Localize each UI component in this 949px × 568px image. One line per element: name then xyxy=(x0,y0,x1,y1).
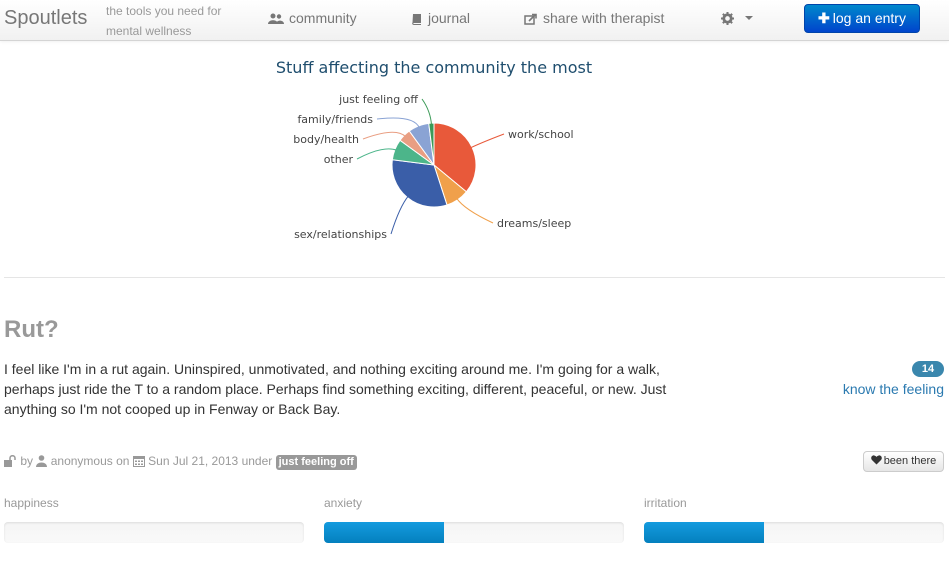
plus-icon: ✚ xyxy=(818,10,830,26)
brand-logo[interactable]: Spoutlets xyxy=(4,7,87,30)
book-icon xyxy=(412,14,421,25)
meter-irritation xyxy=(644,522,944,543)
pie-leader-line xyxy=(469,133,505,149)
section-divider xyxy=(4,277,945,278)
brand-tagline: the tools you need for mental wellness xyxy=(106,1,221,41)
meter-label-anxiety: anxiety xyxy=(324,496,363,510)
top-navbar: Spoutlets the tools you need for mental … xyxy=(0,0,949,41)
settings-dropdown[interactable] xyxy=(721,0,753,37)
post-body: I feel like I'm in a rut again. Uninspir… xyxy=(4,361,667,417)
meta-date: Sun Jul 21, 2013 xyxy=(148,454,239,468)
post-title: Rut? xyxy=(4,316,59,343)
users-icon xyxy=(268,13,284,24)
calendar-icon xyxy=(132,456,145,467)
been-there-label: been there xyxy=(883,455,937,467)
meter-label-irritation: irritation xyxy=(644,496,687,510)
heart-icon xyxy=(870,455,882,465)
feel-count-badge: 14 xyxy=(912,361,944,377)
share-icon xyxy=(524,13,537,25)
meta-on: on xyxy=(116,454,130,468)
chart-title: Stuff affecting the community the most xyxy=(275,58,593,77)
pie-leader-line xyxy=(390,195,409,235)
log-entry-label: log an entry xyxy=(832,10,906,26)
meter-label-happiness: happiness xyxy=(4,496,59,510)
nav-community[interactable]: community xyxy=(268,0,357,37)
nav-journal[interactable]: journal xyxy=(411,0,470,37)
post-meta: by anonymous on Sun Jul 21, 2013 under j… xyxy=(4,453,357,470)
meter-fill-anxiety xyxy=(324,522,444,543)
tagline-line-1: the tools you need for xyxy=(106,4,222,18)
nav-share-with-therapist[interactable]: share with therapist xyxy=(524,0,664,37)
meta-under: under xyxy=(241,454,273,468)
meter-fill-irritation xyxy=(644,522,764,543)
nav-journal-label: journal xyxy=(428,10,471,26)
pie-label: work/school xyxy=(508,128,574,141)
pie-leader-line xyxy=(456,197,494,224)
meter-happiness xyxy=(4,522,304,543)
category-tag[interactable]: just feeling off xyxy=(275,455,357,470)
log-entry-button[interactable]: ✚ log an entry xyxy=(804,4,920,33)
meter-anxiety xyxy=(324,522,624,543)
pie-label: family/friends xyxy=(297,113,373,126)
pie-leader-line xyxy=(376,117,420,129)
pie-leader-line xyxy=(421,98,432,126)
user-icon xyxy=(36,455,48,467)
meta-by: by xyxy=(20,454,34,468)
pie-leader-line xyxy=(356,148,397,160)
gear-icon xyxy=(721,12,734,25)
pie-label: other xyxy=(324,153,354,166)
meta-author: anonymous xyxy=(50,454,113,468)
know-the-feeling-link[interactable]: know the feeling xyxy=(843,381,944,397)
been-there-button[interactable]: been there xyxy=(863,451,944,472)
tagline-line-2: mental wellness xyxy=(106,24,192,38)
pie-label: body/health xyxy=(293,133,359,146)
nav-community-label: community xyxy=(289,10,357,26)
pie-leader-line xyxy=(362,131,407,140)
community-pie-chart: work/school dreams/sleep sex/relationships… xyxy=(293,93,574,241)
pie-label: dreams/sleep xyxy=(497,217,571,230)
unlock-icon xyxy=(4,455,16,467)
nav-share-label: share with therapist xyxy=(543,10,665,26)
chevron-down-icon xyxy=(745,16,753,20)
pie-label: just feeling off xyxy=(338,93,418,106)
pie-label: sex/relationships xyxy=(294,228,387,241)
